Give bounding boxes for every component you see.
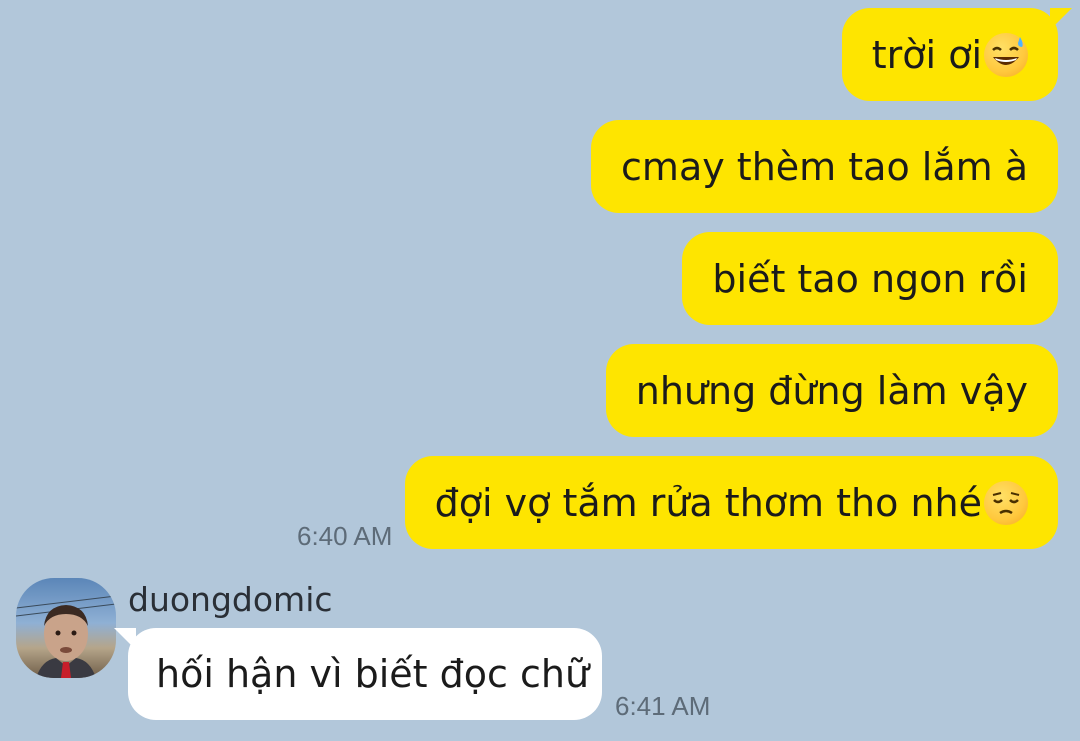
message-text: biết tao ngon rồi [712,256,1028,301]
grinning-sweat-emoji-icon [984,32,1028,77]
outgoing-message[interactable]: cmay thèm tao lắm à [591,120,1058,213]
message-timestamp: 6:40 AM [297,521,393,551]
message-text: nhưng đừng làm vậy [635,368,1028,413]
outgoing-message[interactable]: nhưng đừng làm vậy [605,344,1058,437]
message-text: đợi vợ tắm rửa thơm tho nhé [434,480,982,525]
avatar[interactable] [16,578,116,678]
sender-name: duongdomic [128,580,333,619]
message-text: cmay thèm tao lắm à [621,144,1028,189]
message-text: trời ơi [871,32,982,77]
message-timestamp: 6:41 AM [615,691,711,721]
pensive-emoji-icon [984,480,1028,525]
outgoing-message[interactable]: biết tao ngon rồi [682,232,1058,325]
outgoing-message[interactable]: trời ơi [841,8,1072,101]
message-text: hối hận vì biết đọc chữ [156,652,590,696]
incoming-message[interactable]: hối hận vì biết đọc chữ [114,628,602,720]
outgoing-message[interactable]: đợi vợ tắm rửa thơm tho nhé [404,456,1058,549]
